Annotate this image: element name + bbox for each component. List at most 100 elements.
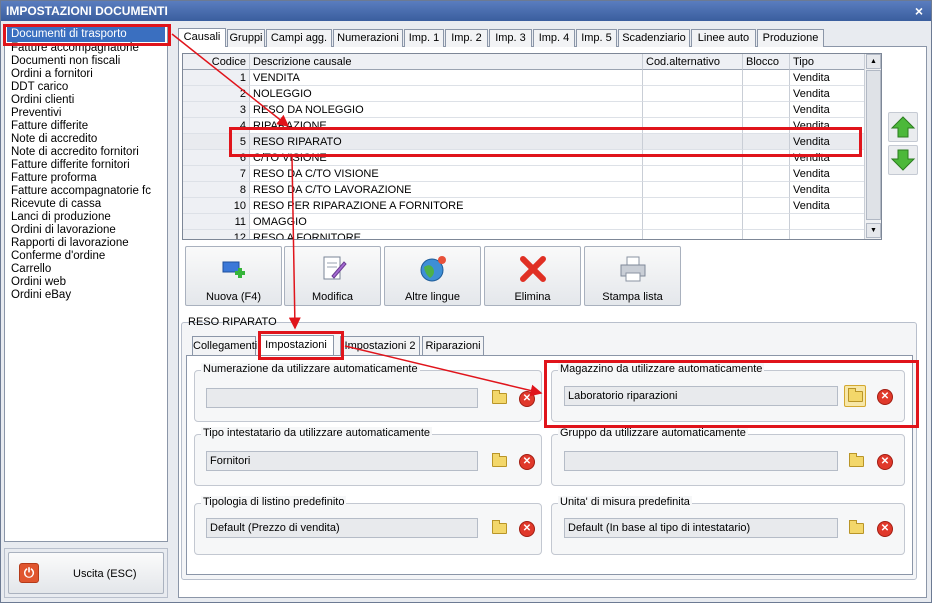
column-header-codice[interactable]: Codice xyxy=(183,54,250,70)
tab-imp-4[interactable]: Imp. 4 xyxy=(533,29,575,47)
move-down-button[interactable] xyxy=(888,145,918,175)
column-header-descrizione[interactable]: Descrizione causale xyxy=(250,54,643,70)
delete-button[interactable]: Elimina xyxy=(484,246,581,306)
document-type-item[interactable]: Note di accredito fornitori xyxy=(5,146,167,159)
listino-clear-button[interactable]: ✕ xyxy=(515,517,537,539)
subtab-impostazioni[interactable]: Impostazioni xyxy=(258,335,334,355)
listino-field[interactable]: Default (Prezzo di vendita) xyxy=(206,518,478,538)
document-type-item[interactable]: Documenti di trasporto xyxy=(7,27,165,42)
document-type-item[interactable]: Fatture proforma xyxy=(5,172,167,185)
document-type-item[interactable]: Fatture differite xyxy=(5,120,167,133)
document-type-item[interactable]: Ordini a fornitori xyxy=(5,68,167,81)
scroll-up-button[interactable]: ▲ xyxy=(866,54,881,69)
document-type-item[interactable]: Ordini eBay xyxy=(5,289,167,302)
table-row[interactable]: 4 RIPARAZIONE Vendita xyxy=(183,118,865,134)
tab-linee-auto[interactable]: Linee auto xyxy=(691,29,756,47)
tab-numerazioni[interactable]: Numerazioni xyxy=(333,29,403,47)
unita-misura-field[interactable]: Default (In base al tipo di intestatario… xyxy=(564,518,838,538)
table-row[interactable]: 11 OMAGGIO xyxy=(183,214,865,230)
tab-produzione[interactable]: Produzione xyxy=(757,29,824,47)
column-header-tipo[interactable]: Tipo xyxy=(790,54,865,70)
subtab-riparazioni[interactable]: Riparazioni xyxy=(422,336,484,355)
cell-blocco xyxy=(743,70,790,86)
causali-grid[interactable]: Codice Descrizione causale Cod.alternati… xyxy=(182,53,882,240)
unita-misura-clear-button[interactable]: ✕ xyxy=(873,517,895,539)
column-header-cod-alternativo[interactable]: Cod.alternativo xyxy=(643,54,743,70)
cell-tipo xyxy=(790,230,865,239)
document-type-item[interactable]: Note di accredito xyxy=(5,133,167,146)
magazzino-field[interactable]: Laboratorio riparazioni xyxy=(564,386,838,406)
table-row[interactable]: 8 RESO DA C/TO LAVORAZIONE Vendita xyxy=(183,182,865,198)
cell-descrizione: RIPARAZIONE xyxy=(250,118,643,134)
tab-imp-5[interactable]: Imp. 5 xyxy=(576,29,617,47)
document-type-item[interactable]: Preventivi xyxy=(5,107,167,120)
move-up-button[interactable] xyxy=(888,112,918,142)
document-type-item[interactable]: Documenti non fiscali xyxy=(5,55,167,68)
subtab-collegamenti[interactable]: Collegamenti xyxy=(192,336,257,355)
table-row[interactable]: 2 NOLEGGIO Vendita xyxy=(183,86,865,102)
document-type-item[interactable]: DDT carico xyxy=(5,81,167,94)
numerazione-field[interactable] xyxy=(206,388,478,408)
document-type-list[interactable]: Documenti di trasporto Fatture accompagna… xyxy=(4,24,168,542)
magazzino-clear-button[interactable]: ✕ xyxy=(873,385,895,407)
tab-causali[interactable]: Causali xyxy=(178,28,226,47)
gruppo-field[interactable] xyxy=(564,451,838,471)
print-list-button[interactable]: Stampa lista xyxy=(584,246,681,306)
table-row[interactable]: 3 RESO DA NOLEGGIO Vendita xyxy=(183,102,865,118)
gruppo-browse-button[interactable] xyxy=(845,450,867,472)
table-row[interactable]: 6 C/TO VISIONE Vendita xyxy=(183,150,865,166)
document-type-item[interactable]: Fatture accompagnatorie fc xyxy=(5,185,167,198)
table-row[interactable]: 10 RESO PER RIPARAZIONE A FORNITORE Vendit… xyxy=(183,198,865,214)
listino-browse-button[interactable] xyxy=(488,517,510,539)
magazzino-browse-button[interactable] xyxy=(844,385,866,407)
edit-button[interactable]: Modifica xyxy=(284,246,381,306)
tab-campi-agg[interactable]: Campi agg. xyxy=(266,29,332,47)
document-type-item[interactable]: Fatture differite fornitori xyxy=(5,159,167,172)
tipo-intestatario-group: Tipo intestatario da utilizzare automati… xyxy=(194,427,542,486)
tab-gruppi[interactable]: Gruppi xyxy=(227,29,265,47)
cell-cod-alt xyxy=(643,134,743,150)
tab-imp-1[interactable]: Imp. 1 xyxy=(404,29,444,47)
cell-codice: 5 xyxy=(183,134,250,150)
cell-codice: 2 xyxy=(183,86,250,102)
document-type-item[interactable]: Lanci di produzione xyxy=(5,211,167,224)
tab-scadenziario[interactable]: Scadenziario xyxy=(618,29,690,47)
table-row[interactable]: 1 VENDITA Vendita xyxy=(183,70,865,86)
document-type-item[interactable]: Conferme d'ordine xyxy=(5,250,167,263)
scroll-down-button[interactable]: ▼ xyxy=(866,223,881,238)
numerazione-clear-button[interactable]: ✕ xyxy=(515,387,537,409)
table-row[interactable]: 12 RESO A FORNITORE xyxy=(183,230,865,239)
unita-misura-browse-button[interactable] xyxy=(845,517,867,539)
table-row[interactable]: 7 RESO DA C/TO VISIONE Vendita xyxy=(183,166,865,182)
close-icon[interactable]: × xyxy=(911,3,927,19)
folder-icon xyxy=(849,453,864,467)
document-type-item[interactable]: Carrello xyxy=(5,263,167,276)
subtab-impostazioni-2[interactable]: Impostazioni 2 xyxy=(340,336,420,355)
document-type-item[interactable]: Ricevute di cassa xyxy=(5,198,167,211)
scroll-thumb[interactable] xyxy=(866,70,881,220)
tab-imp-2[interactable]: Imp. 2 xyxy=(445,29,488,47)
grid-scrollbar[interactable]: ▲ ▼ xyxy=(864,54,881,239)
tab-imp-3[interactable]: Imp. 3 xyxy=(489,29,532,47)
tipo-intestatario-field[interactable]: Fornitori xyxy=(206,451,478,471)
document-type-item[interactable]: Ordini web xyxy=(5,276,167,289)
cell-codice: 1 xyxy=(183,70,250,86)
table-row[interactable]: 5 RESO RIPARATO Vendita xyxy=(183,134,865,150)
edit-icon xyxy=(323,256,347,280)
tipo-intestatario-clear-button[interactable]: ✕ xyxy=(515,450,537,472)
document-type-item[interactable]: Ordini di lavorazione xyxy=(5,224,167,237)
column-header-blocco[interactable]: Blocco xyxy=(743,54,790,70)
numerazione-browse-button[interactable] xyxy=(488,387,510,409)
cell-cod-alt xyxy=(643,214,743,230)
tipo-intestatario-browse-button[interactable] xyxy=(488,450,510,472)
cell-codice: 11 xyxy=(183,214,250,230)
document-type-item[interactable]: Fatture accompagnatorie xyxy=(5,42,167,55)
gruppo-clear-button[interactable]: ✕ xyxy=(873,450,895,472)
cell-descrizione: RESO DA NOLEGGIO xyxy=(250,102,643,118)
new-button[interactable]: Nuova (F4) xyxy=(185,246,282,306)
exit-button[interactable]: ⏻ Uscita (ESC) xyxy=(8,552,164,594)
document-type-item[interactable]: Rapporti di lavorazione xyxy=(5,237,167,250)
document-type-item[interactable]: Ordini clienti xyxy=(5,94,167,107)
other-languages-button[interactable]: Altre lingue xyxy=(384,246,481,306)
magazzino-label: Magazzino da utilizzare automaticamente xyxy=(558,363,765,375)
